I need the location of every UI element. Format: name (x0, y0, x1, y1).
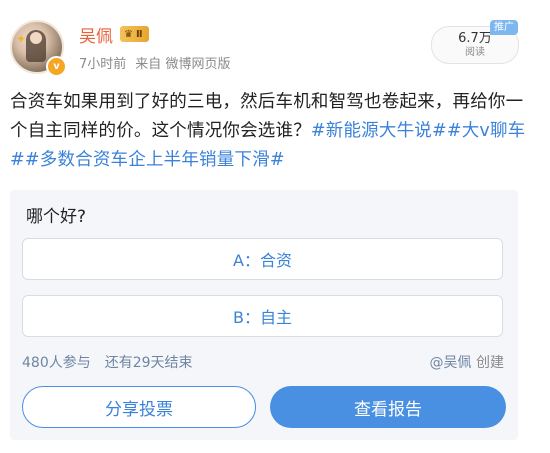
source-prefix: 来自 (135, 57, 162, 72)
avatar-face (30, 32, 42, 44)
read-label: 阅读 (465, 47, 485, 59)
hashtag-jv-sales-drop[interactable]: #多数合资车企上半年销量下滑# (25, 150, 285, 170)
post-time: 7小时前 (79, 57, 127, 72)
read-count: 6.7万 (458, 30, 492, 46)
poll-question: 哪个好? (26, 207, 87, 227)
poll-creator-name[interactable]: @吴佩 (430, 355, 472, 371)
poll-option-b[interactable]: B：自主 (22, 295, 503, 337)
view-report-label: 查看报告 (354, 399, 422, 420)
poll-stats: 480人参与 还有29天结束 (22, 352, 193, 372)
poll-card: 哪个好? A：合资 B：自主 480人参与 还有29天结束 @吴佩 创建 分享投… (10, 190, 518, 440)
poll-creator: @吴佩 创建 (430, 352, 504, 372)
level-crown-icon: ♛ (124, 28, 133, 40)
username[interactable]: 吴佩 (79, 22, 113, 47)
share-poll-label: 分享投票 (105, 399, 173, 420)
post-source: 来自 微博网页版 (135, 53, 230, 72)
level-badge[interactable]: ♛ Ⅱ (120, 26, 149, 42)
post-text: 合资车如果用到了好的三电，然后车机和智驾也卷起来，再给你一个自主同样的价。这个情… (10, 88, 540, 175)
poll-option-a[interactable]: A：合资 (22, 238, 503, 280)
hashtag-new-energy[interactable]: #新能源大牛说# (311, 121, 447, 141)
crown-icon: ✦ (16, 32, 27, 46)
poll-option-a-label: A：合资 (233, 251, 292, 270)
post-header: ✦ v 吴佩 ♛ Ⅱ 7小时前 来自 微博网页版 6.7万 阅读 推广 (0, 0, 550, 84)
level-number: Ⅱ (135, 28, 143, 40)
share-poll-button[interactable]: 分享投票 (22, 386, 256, 428)
avatar[interactable]: ✦ v (10, 20, 67, 77)
poll-option-b-label: B：自主 (233, 308, 292, 327)
post-meta: 7小时前 来自 微博网页版 (79, 53, 230, 72)
source-name[interactable]: 微博网页版 (165, 57, 230, 72)
poll-creator-suffix: 创建 (476, 355, 504, 371)
verified-badge-icon: v (46, 56, 67, 77)
promo-tag[interactable]: 推广 (490, 20, 518, 35)
poll-remaining: 还有29天结束 (104, 355, 193, 371)
poll-participants: 480人参与 (22, 355, 91, 371)
view-report-button[interactable]: 查看报告 (270, 386, 506, 428)
